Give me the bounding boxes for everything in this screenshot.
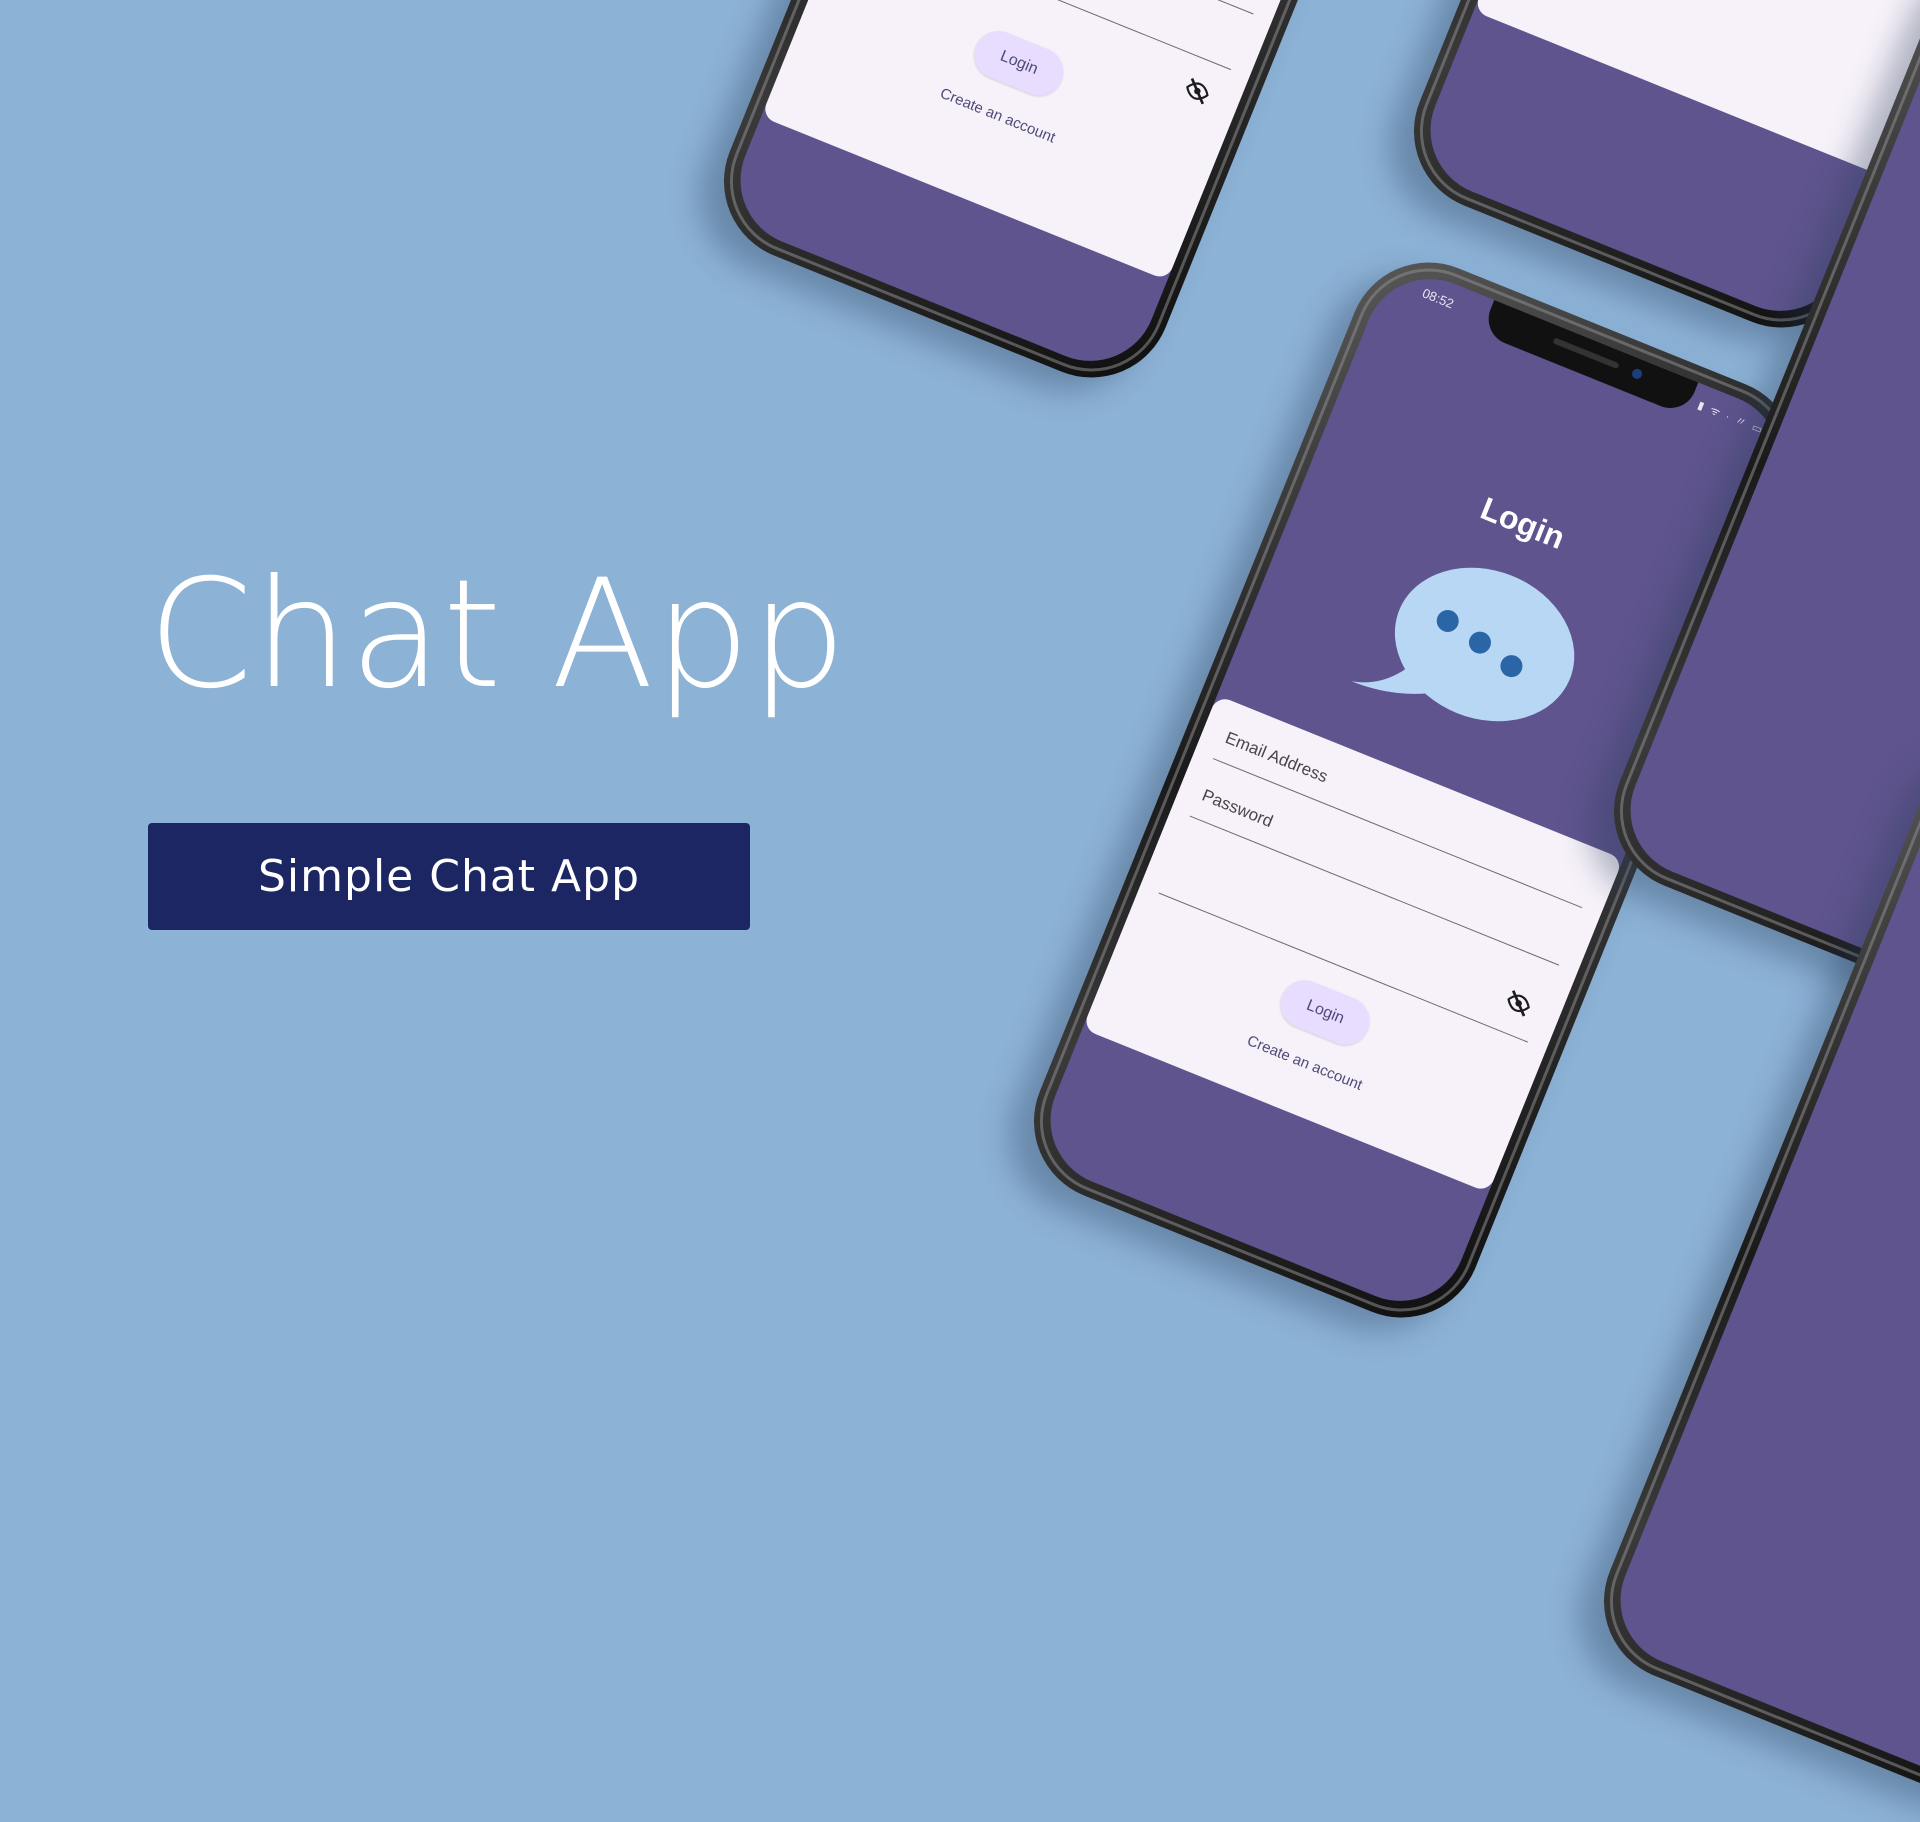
login-button[interactable]: Login xyxy=(1273,973,1377,1053)
email-label: Email Address xyxy=(1222,728,1331,787)
login-card: Login Create an account xyxy=(761,0,1303,281)
chat-bubble-icon xyxy=(1342,529,1602,770)
status-time: 08:52 xyxy=(1420,285,1457,312)
eye-off-icon[interactable] xyxy=(1500,986,1536,1024)
headline: Chat App xyxy=(148,548,848,722)
login-button[interactable]: Login xyxy=(967,23,1071,103)
password-field-underline xyxy=(1189,815,1560,966)
eye-off-icon[interactable] xyxy=(1179,74,1215,112)
subtitle-banner: Simple Chat App xyxy=(148,823,750,930)
email-field[interactable] xyxy=(1212,758,1583,909)
login-card: Email Address Password Login Create an a… xyxy=(1082,694,1624,1193)
